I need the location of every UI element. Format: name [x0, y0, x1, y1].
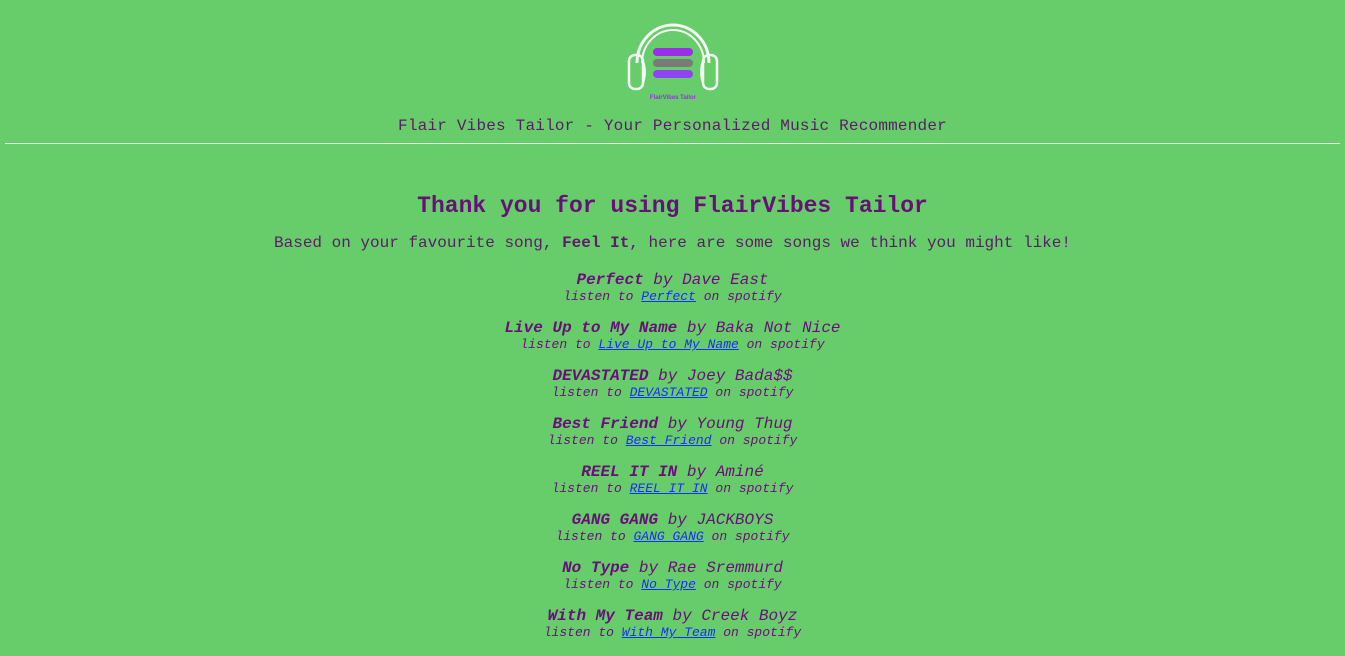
listen-suffix: on spotify: [715, 385, 794, 400]
list-item: DEVASTATED by Joey Bada$$ listen to DEVA…: [0, 368, 1345, 416]
headphones-logo-icon: FlairVibes Tailor: [627, 23, 718, 101]
listen-suffix: on spotify: [711, 529, 790, 544]
by-word: by: [672, 607, 692, 625]
spotify-link[interactable]: No Type: [641, 577, 696, 592]
listen-line: listen to REEL IT IN on spotify: [0, 481, 1345, 496]
song-artist: Aminé: [715, 463, 764, 481]
song-title: DEVASTATED: [552, 367, 649, 385]
listen-line: listen to Perfect on spotify: [0, 289, 1345, 304]
spotify-link[interactable]: GANG GANG: [633, 529, 703, 544]
song-artist: Joey Bada$$: [686, 367, 793, 385]
song-title: Best Friend: [552, 415, 659, 433]
list-item: Perfect by Dave East listen to Perfect o…: [0, 272, 1345, 320]
song-line: GANG GANG by JACKBOYS: [0, 512, 1345, 529]
list-item: No Type by Rae Sremmurd listen to No Typ…: [0, 560, 1345, 608]
by-word: by: [667, 511, 687, 529]
listen-line: listen to No Type on spotify: [0, 577, 1345, 592]
song-artist: Young Thug: [696, 415, 793, 433]
song-artist: JACKBOYS: [696, 511, 774, 529]
listen-prefix: listen to: [543, 625, 614, 640]
song-title: Live Up to My Name: [504, 319, 678, 337]
spotify-link[interactable]: Live Up to My Name: [598, 337, 738, 352]
by-word: by: [638, 559, 659, 577]
page-header: FlairVibes Tailor Flair Vibes Tailor - Y…: [0, 0, 1345, 135]
listen-prefix: listen to: [563, 577, 634, 592]
song-artist: Baka Not Nice: [715, 319, 841, 337]
song-artist: Creek Boyz: [701, 607, 798, 625]
logo-text: FlairVibes Tailor: [649, 95, 696, 101]
favourite-song: Feel It: [562, 234, 630, 252]
listen-suffix: on spotify: [746, 337, 825, 352]
listen-suffix: on spotify: [719, 433, 798, 448]
song-line: DEVASTATED by Joey Bada$$: [0, 368, 1345, 385]
listen-line: listen to GANG GANG on spotify: [0, 529, 1345, 544]
song-artist: Dave East: [682, 271, 769, 289]
intro-text: Based on your favourite song, Feel It, h…: [0, 232, 1345, 254]
list-item: With My Team by Creek Boyz listen to Wit…: [0, 608, 1345, 656]
spotify-link[interactable]: DEVASTATED: [630, 385, 708, 400]
listen-prefix: listen to: [520, 337, 591, 352]
listen-line: listen to Live Up to My Name on spotify: [0, 337, 1345, 352]
recommendation-list: Perfect by Dave East listen to Perfect o…: [0, 272, 1345, 656]
intro-prefix: Based on your favourite song,: [274, 234, 553, 252]
by-word: by: [653, 271, 673, 289]
song-title: No Type: [562, 559, 630, 577]
song-title: Perfect: [576, 271, 644, 289]
song-line: Live Up to My Name by Baka Not Nice: [0, 320, 1345, 337]
by-word: by: [686, 463, 707, 481]
song-title: With My Team: [547, 607, 663, 625]
song-line: No Type by Rae Sremmurd: [0, 560, 1345, 577]
page-tagline: Flair Vibes Tailor - Your Personalized M…: [398, 117, 947, 135]
song-line: Perfect by Dave East: [0, 272, 1345, 289]
listen-line: listen to Best Friend on spotify: [0, 433, 1345, 448]
listen-suffix: on spotify: [715, 481, 794, 496]
header-divider: [5, 143, 1340, 144]
song-title: GANG GANG: [571, 511, 659, 529]
list-item: Best Friend by Young Thug listen to Best…: [0, 416, 1345, 464]
song-title: REEL IT IN: [581, 463, 678, 481]
intro-suffix: , here are some songs we think you might…: [629, 234, 1071, 252]
spotify-link[interactable]: REEL IT IN: [630, 481, 708, 496]
spotify-link[interactable]: Best Friend: [626, 433, 712, 448]
by-word: by: [658, 367, 678, 385]
listen-suffix: on spotify: [703, 577, 782, 592]
song-artist: Rae Sremmurd: [667, 559, 783, 577]
listen-prefix: listen to: [563, 289, 634, 304]
by-word: by: [667, 415, 687, 433]
list-item: REEL IT IN by Aminé listen to REEL IT IN…: [0, 464, 1345, 512]
song-line: Best Friend by Young Thug: [0, 416, 1345, 433]
song-line: REEL IT IN by Aminé: [0, 464, 1345, 481]
results-section: Thank you for using FlairVibes Tailor Ba…: [0, 191, 1345, 656]
list-item: GANG GANG by JACKBOYS listen to GANG GAN…: [0, 512, 1345, 560]
listen-line: listen to With My Team on spotify: [0, 625, 1345, 640]
listen-prefix: listen to: [555, 529, 626, 544]
listen-suffix: on spotify: [723, 625, 802, 640]
listen-prefix: listen to: [551, 481, 622, 496]
spotify-link[interactable]: With My Team: [622, 625, 716, 640]
by-word: by: [686, 319, 707, 337]
listen-line: listen to DEVASTATED on spotify: [0, 385, 1345, 400]
listen-prefix: listen to: [547, 433, 618, 448]
song-line: With My Team by Creek Boyz: [0, 608, 1345, 625]
listen-suffix: on spotify: [703, 289, 782, 304]
listen-prefix: listen to: [551, 385, 622, 400]
list-item: Live Up to My Name by Baka Not Nice list…: [0, 320, 1345, 368]
spotify-link[interactable]: Perfect: [641, 289, 696, 304]
page-title: Thank you for using FlairVibes Tailor: [417, 193, 928, 219]
